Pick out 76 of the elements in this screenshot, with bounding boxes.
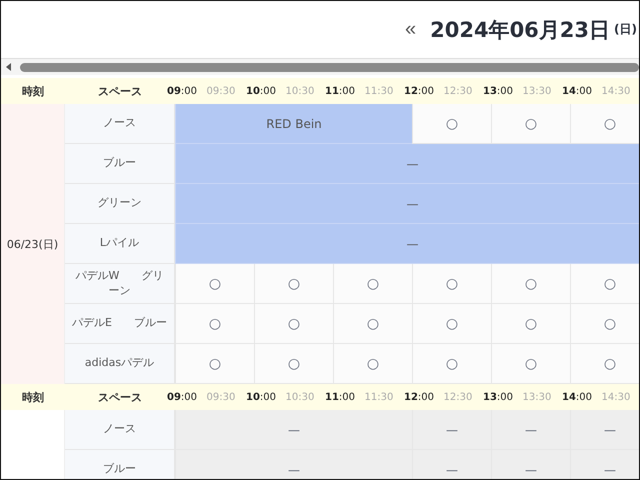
time-label: 12:30 <box>444 86 472 96</box>
time-label: 12:30 <box>444 392 472 402</box>
unavailable-slot[interactable]: — <box>491 410 570 450</box>
time-label: 09:00 <box>167 86 198 96</box>
available-slot[interactable]: ○ <box>254 344 333 384</box>
time-label: 09:00 <box>167 392 198 402</box>
available-slot[interactable]: ○ <box>254 264 333 304</box>
booking-block[interactable]: RED Bein <box>175 104 412 144</box>
available-slot[interactable]: ○ <box>570 104 639 144</box>
space-name-cell: ノース <box>65 104 175 144</box>
time-label: 09:30 <box>206 392 236 402</box>
time-column-header: 時刻 <box>22 390 44 404</box>
time-label: 11:30 <box>364 392 394 402</box>
space-name-cell: パデルW グリーン <box>65 264 175 304</box>
available-slot[interactable]: ○ <box>175 304 254 344</box>
unavailable-slot[interactable]: — <box>175 450 412 479</box>
unavailable-slot[interactable]: — <box>491 450 570 479</box>
space-name-cell: adidasパデル <box>65 344 175 384</box>
weekday-label: (日) <box>614 21 637 38</box>
available-slot[interactable]: ○ <box>491 344 570 384</box>
available-slot[interactable]: ○ <box>333 264 412 304</box>
space-name-cell: ブルー <box>65 144 175 184</box>
time-label: 10:30 <box>286 392 314 402</box>
time-label: 13:00 <box>483 392 514 402</box>
previous-day-button[interactable]: « <box>401 18 420 41</box>
unavailable-slot[interactable]: — <box>175 410 412 450</box>
available-slot[interactable]: ○ <box>254 304 333 344</box>
available-slot[interactable]: ○ <box>333 344 412 384</box>
available-slot[interactable]: ○ <box>412 104 491 144</box>
available-slot[interactable]: ○ <box>412 264 491 304</box>
space-column-header: スペース <box>98 84 142 98</box>
available-slot[interactable]: ○ <box>491 304 570 344</box>
available-slot[interactable]: ○ <box>570 264 639 304</box>
horizontal-scrollbar[interactable] <box>1 58 639 75</box>
booking-block[interactable]: — <box>175 144 639 184</box>
available-slot[interactable]: ○ <box>175 344 254 384</box>
available-slot[interactable]: ○ <box>412 344 491 384</box>
time-label: 14:00 <box>562 86 592 96</box>
time-label: 10:00 <box>246 86 276 96</box>
time-column-header: 時刻 <box>22 84 44 98</box>
time-label: 09:30 <box>206 86 236 96</box>
space-name-cell: グリーン <box>65 184 175 224</box>
available-slot[interactable]: ○ <box>333 304 412 344</box>
booking-block[interactable]: — <box>175 184 639 224</box>
time-label: 12:00 <box>404 86 434 96</box>
time-label: 11:00 <box>325 392 356 402</box>
date-label: 06/23(日) <box>6 236 58 252</box>
time-label: 13:30 <box>522 392 552 402</box>
space-name-cell: パデルE ブルー <box>65 304 175 344</box>
available-slot[interactable]: ○ <box>491 104 570 144</box>
available-slot[interactable]: ○ <box>175 264 254 304</box>
time-label: 14:00 <box>562 392 592 402</box>
time-label: 11:00 <box>325 86 356 96</box>
booking-block[interactable]: — <box>175 224 639 264</box>
time-label: 14:30 <box>602 392 630 402</box>
time-label: 14:30 <box>602 86 630 96</box>
space-name-cell: ノース <box>65 410 175 450</box>
available-slot[interactable]: ○ <box>412 304 491 344</box>
unavailable-slot[interactable]: — <box>570 450 639 479</box>
space-column-header: スペース <box>98 390 142 404</box>
time-label: 13:30 <box>522 86 552 96</box>
unavailable-slot[interactable]: — <box>412 410 491 450</box>
time-label: 10:00 <box>246 392 276 402</box>
time-label: 13:00 <box>483 86 514 96</box>
space-name-cell: Lパイル <box>65 224 175 264</box>
space-name-cell: ブルー <box>65 450 175 479</box>
time-label: 10:30 <box>286 86 314 96</box>
time-label: 11:30 <box>364 86 394 96</box>
available-slot[interactable]: ○ <box>570 344 639 384</box>
scroll-left-icon[interactable] <box>6 63 12 71</box>
available-slot[interactable]: ○ <box>491 264 570 304</box>
date-title: 2024年06月23日 <box>430 16 610 44</box>
available-slot[interactable]: ○ <box>570 304 639 344</box>
unavailable-slot[interactable]: — <box>412 450 491 479</box>
unavailable-slot[interactable]: — <box>570 410 639 450</box>
time-label: 12:00 <box>404 392 434 402</box>
